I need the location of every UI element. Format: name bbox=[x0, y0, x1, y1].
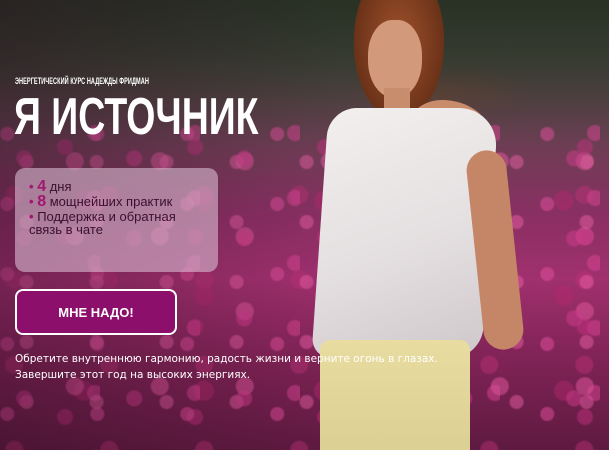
white-shirt bbox=[311, 108, 499, 358]
features-panel: • 4 дня • 8 мощнейших практик • Поддержк… bbox=[15, 168, 218, 272]
description-line: Обретите внутреннюю гармонию, радость жи… bbox=[15, 353, 438, 365]
feature-text: дня bbox=[49, 179, 72, 194]
feature-item: • 8 мощнейших практик bbox=[29, 193, 206, 210]
course-title: Я ИСТОЧНИК bbox=[14, 88, 259, 146]
bullet-icon: • bbox=[29, 194, 34, 209]
feature-text: мощнейших практик bbox=[49, 194, 173, 209]
description-line: Завершите этот год на высоких энергиях. bbox=[15, 369, 251, 381]
course-description: Обретите внутреннюю гармонию, радость жи… bbox=[15, 351, 485, 383]
course-subtitle: ЭНЕРГЕТИЧЕСКИЙ КУРС НАДЕЖДЫ ФРИДМАН bbox=[15, 76, 149, 86]
feature-text: Поддержка и обратная связь в чате bbox=[29, 209, 176, 237]
bullet-icon: • bbox=[29, 179, 34, 194]
signup-button[interactable]: МНЕ НАДО! bbox=[15, 289, 177, 335]
feature-number: 8 bbox=[37, 193, 47, 210]
feature-item: • 4 дня bbox=[29, 179, 206, 195]
feature-item: • Поддержка и обратная связь в чате bbox=[29, 210, 206, 236]
face bbox=[368, 20, 422, 98]
